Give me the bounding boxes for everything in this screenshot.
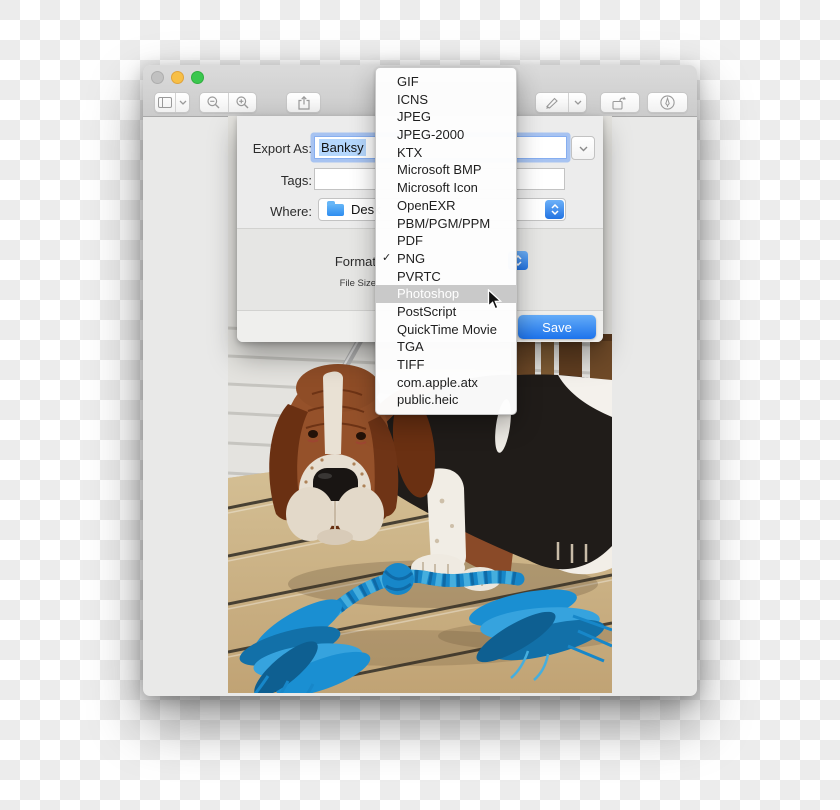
expand-sheet-button[interactable] [571,136,595,160]
chevron-down-icon[interactable] [569,93,586,112]
menu-item-tga[interactable]: TGA [376,338,516,356]
format-menu: GIF ICNS JPEG JPEG-2000 KTX Microsoft BM… [375,67,517,415]
format-label: Format [237,254,376,269]
tags-label: Tags: [237,173,312,188]
where-label: Where: [237,204,312,219]
filename-selected-text: Banksy [319,139,366,156]
menu-item-pdf[interactable]: PDF [376,232,516,250]
markup-pen-icon [536,93,568,112]
mouse-cursor-icon [487,289,502,316]
zoom-button[interactable] [191,71,204,84]
menu-item-public-heic[interactable]: public.heic [376,391,516,409]
menu-item-openexr[interactable]: OpenEXR [376,197,516,215]
chevron-down-icon [579,139,588,157]
sidebar-view-button[interactable] [154,92,190,113]
menu-item-pvrtc[interactable]: PVRTC [376,268,516,286]
export-as-label: Export As: [237,141,312,156]
markup-pen-button[interactable] [535,92,587,113]
chevron-down-icon [176,93,189,112]
zoom-out-icon[interactable] [200,93,228,112]
menu-item-tiff[interactable]: TIFF [376,356,516,374]
rotate-button[interactable] [600,92,640,113]
zoom-controls[interactable] [199,92,257,113]
file-size-label: File Size [237,278,376,289]
share-icon [298,96,310,110]
folder-icon [327,204,344,216]
transparency-checkerboard: Export As: Banksy Tags: Where: Desk [0,0,840,810]
zoom-in-icon[interactable] [229,93,257,112]
save-button[interactable]: Save [518,315,596,339]
menu-item-jpeg2000[interactable]: JPEG-2000 [376,126,516,144]
menu-item-gif[interactable]: GIF [376,73,516,91]
menu-item-microsoft-bmp[interactable]: Microsoft BMP [376,161,516,179]
menu-item-pbm[interactable]: PBM/PGM/PPM [376,215,516,233]
markup-toolbar-icon [660,95,675,110]
menu-item-quicktime-movie[interactable]: QuickTime Movie [376,321,516,339]
checkmark-icon: ✓ [382,250,391,268]
where-popup-stepper [545,200,564,219]
menu-item-ktx[interactable]: KTX [376,144,516,162]
menu-item-com-apple-atx[interactable]: com.apple.atx [376,374,516,392]
show-markup-toolbar-button[interactable] [647,92,688,113]
rotate-left-icon [612,96,628,110]
close-button[interactable] [151,71,164,84]
menu-item-jpeg[interactable]: JPEG [376,108,516,126]
menu-item-icns[interactable]: ICNS [376,91,516,109]
menu-item-png[interactable]: ✓PNG [376,250,516,268]
sidebar-icon [155,93,175,112]
share-button[interactable] [286,92,321,113]
menu-item-microsoft-icon[interactable]: Microsoft Icon [376,179,516,197]
minimize-button[interactable] [171,71,184,84]
